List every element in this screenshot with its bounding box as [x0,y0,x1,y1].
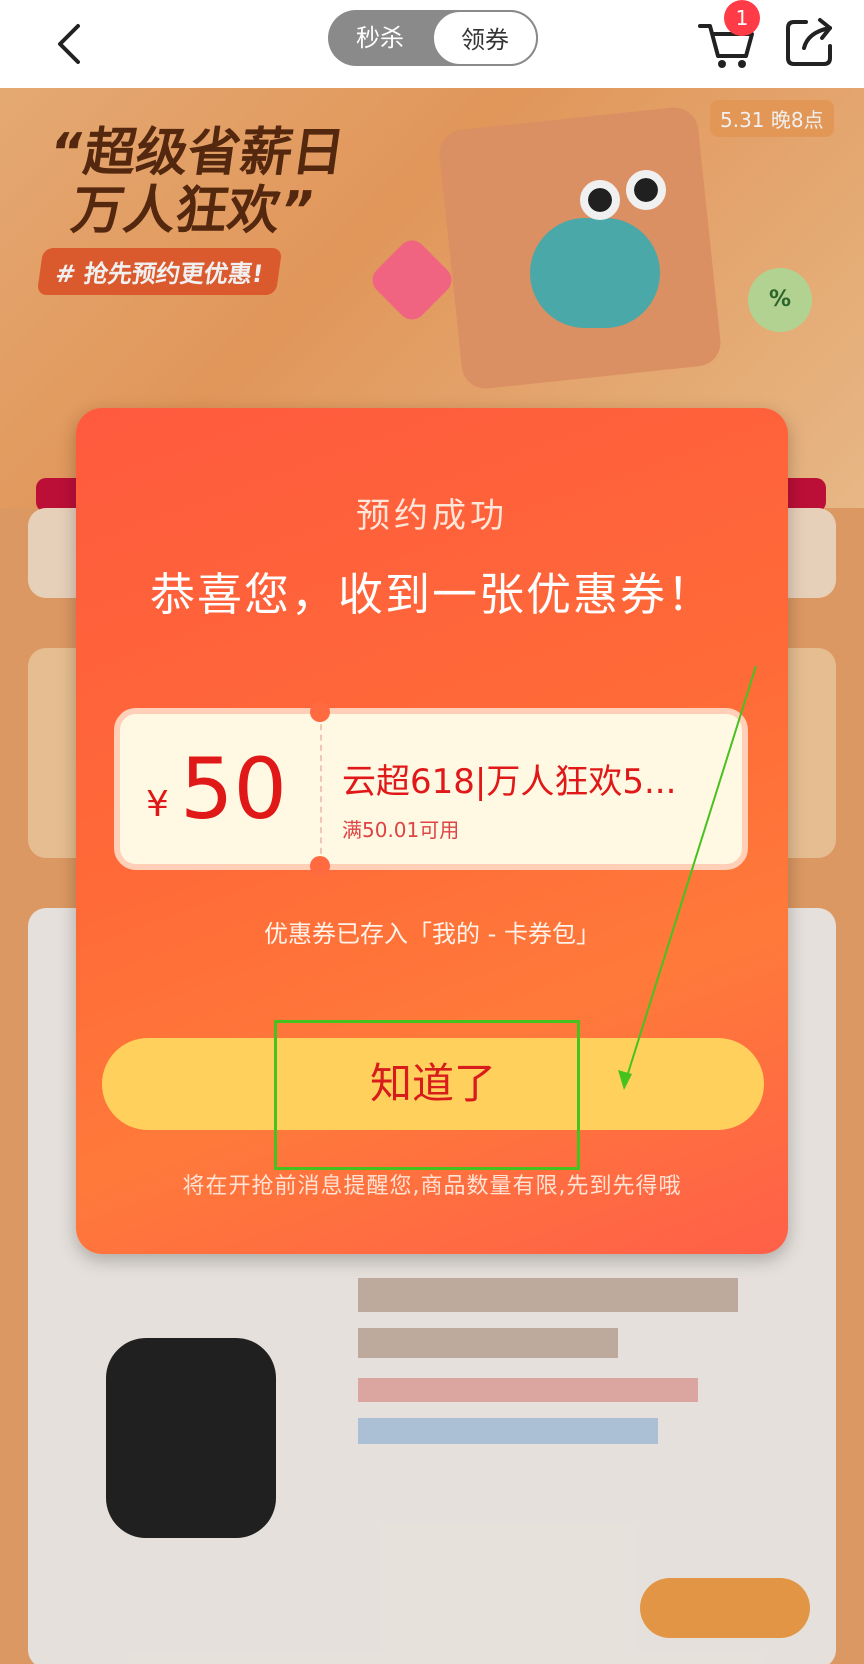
coupon-notch [310,702,330,722]
tab-switcher: 秒杀 领券 [328,10,538,66]
coupon-notch [310,856,330,876]
highlight-box [274,1020,580,1170]
coupon-amount: 50 [180,740,287,838]
coupon-card: ¥ 50 云超618|万人狂欢5... 满50.01可用 [114,702,748,876]
dialog-title: 预约成功 [356,496,508,536]
chevron-left-icon [58,24,80,64]
cart-count-badge: 1 [724,0,760,36]
share-button[interactable] [782,14,838,70]
tab-coupons[interactable]: 领券 [432,10,538,66]
coupon-value: ¥ 50 [120,714,320,864]
dialog-subtitle: 恭喜您，收到一张优惠券！ [149,568,714,621]
back-button[interactable] [46,18,98,70]
reminder-hint: 将在开抢前消息提醒您,商品数量有限,先到先得哦 [182,1174,682,1199]
tab-seckill[interactable]: 秒杀 [328,10,432,66]
share-icon [786,18,832,66]
coupon-divider [320,714,322,864]
coupon-name: 云超618|万人狂欢5... [342,762,677,802]
coupon-saved-note: 优惠券已存入「我的 - 卡券包」 [264,920,600,948]
coupon-condition: 满50.01可用 [342,818,460,842]
currency-symbol: ¥ [146,784,169,825]
top-navigation-bar: 秒杀 领券 1 [0,0,864,88]
